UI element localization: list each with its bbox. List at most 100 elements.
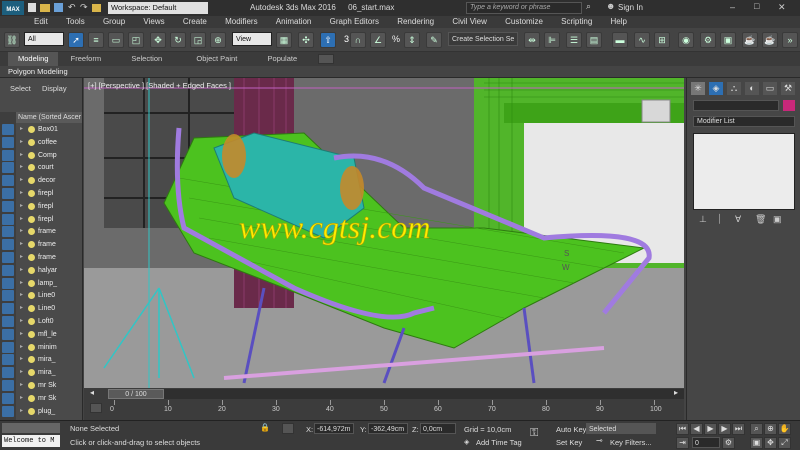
scene-explorer-select-menu[interactable]: Select	[10, 84, 31, 93]
frame-ruler[interactable]: 0 10 20 30 40 50 60 70 80 90 100	[84, 388, 684, 420]
explorer-filter-icon[interactable]	[2, 303, 14, 315]
select-object-icon[interactable]: ➚	[68, 32, 84, 48]
expand-arrow-icon[interactable]: ▸	[20, 162, 23, 173]
expand-arrow-icon[interactable]: ▸	[20, 124, 23, 135]
expand-arrow-icon[interactable]: ▸	[20, 201, 23, 212]
rectangular-selection-icon[interactable]: ▭	[108, 32, 124, 48]
menu-modifiers[interactable]: Modifiers	[217, 16, 265, 28]
current-frame-field[interactable]: 0	[692, 437, 720, 448]
visibility-bulb-icon[interactable]	[28, 254, 35, 261]
remove-modifier-icon[interactable]: 🗑	[755, 214, 766, 225]
scene-object-row[interactable]: ▸ Line0	[20, 290, 82, 301]
key-mode-toggle-icon[interactable]: ⇥	[676, 437, 689, 449]
scene-object-row[interactable]: ▸ firepl	[20, 201, 82, 212]
visibility-bulb-icon[interactable]	[28, 126, 35, 133]
expand-arrow-icon[interactable]: ▸	[20, 252, 23, 263]
placement-icon[interactable]: ⊕	[210, 32, 226, 48]
visibility-bulb-icon[interactable]	[28, 292, 35, 300]
explorer-filter-icon[interactable]	[2, 316, 14, 327]
expand-arrow-icon[interactable]: ▸	[20, 329, 23, 340]
explorer-filter-icon[interactable]	[2, 226, 14, 238]
object-color-swatch[interactable]	[783, 100, 795, 111]
viewport-label[interactable]: [+] [Perspective ] [Shaded + Edged Faces…	[88, 81, 231, 90]
motion-tab-icon[interactable]: ◐	[745, 82, 759, 95]
explorer-filter-icon[interactable]	[2, 213, 14, 225]
configure-sets-icon[interactable]: ▣	[773, 214, 782, 225]
explorer-filter-icon[interactable]	[2, 200, 14, 212]
hierarchy-tab-icon[interactable]: ⛬	[727, 82, 741, 95]
schematic-view-icon[interactable]: ⊞	[654, 32, 670, 48]
scene-render[interactable]: S W www.cgtsj.com	[84, 78, 684, 388]
expand-arrow-icon[interactable]: ▸	[20, 188, 23, 199]
scene-object-row[interactable]: ▸ mr Sk	[20, 393, 82, 404]
scale-icon[interactable]: ◲	[190, 32, 206, 48]
visibility-bulb-icon[interactable]	[28, 164, 35, 172]
layer-explorer-icon[interactable]: ☰	[566, 32, 582, 48]
visibility-bulb-icon[interactable]	[28, 394, 35, 402]
explorer-filter-icon[interactable]	[2, 328, 14, 340]
visibility-bulb-icon[interactable]	[28, 356, 35, 364]
expand-arrow-icon[interactable]: ▸	[20, 393, 23, 404]
maximize-viewport-icon[interactable]: ⤢	[778, 437, 791, 449]
explorer-filter-icon[interactable]	[2, 264, 14, 276]
explorer-filter-icon[interactable]	[2, 252, 14, 263]
toggle-scene-explorer-icon[interactable]: ▤	[586, 32, 602, 48]
menu-graph-editors[interactable]: Graph Editors	[322, 16, 387, 28]
mirror-icon[interactable]: ⇹	[524, 32, 540, 48]
key-mode-dropdown[interactable]: Selected	[586, 423, 656, 434]
scene-column-header[interactable]: Name (Sorted Ascer	[16, 112, 82, 123]
menu-animation[interactable]: Animation	[268, 16, 320, 28]
scene-object-row[interactable]: ▸ mira_	[20, 354, 82, 365]
scene-object-row[interactable]: ▸ mira_	[20, 367, 82, 378]
expand-arrow-icon[interactable]: ▸	[20, 354, 23, 365]
explorer-filter-icon[interactable]	[2, 405, 14, 417]
select-manipulate-icon[interactable]: ✣	[298, 32, 314, 48]
z-coordinate-field[interactable]: 0,0cm	[420, 423, 456, 434]
visibility-bulb-icon[interactable]	[28, 215, 35, 223]
curve-editor-icon[interactable]: ∿	[634, 32, 650, 48]
menu-create[interactable]: Create	[175, 16, 215, 28]
project-folder-icon[interactable]	[92, 4, 101, 12]
menu-edit[interactable]: Edit	[26, 16, 56, 28]
expand-arrow-icon[interactable]: ▸	[20, 290, 23, 301]
expand-arrow-icon[interactable]: ▸	[20, 278, 23, 289]
make-unique-icon[interactable]: ∀	[735, 214, 741, 225]
x-coordinate-field[interactable]: -614,972m	[314, 423, 354, 434]
scene-object-row[interactable]: ▸ Box01	[20, 124, 82, 135]
keyboard-shortcut-override-icon[interactable]: ⇧	[320, 32, 336, 48]
explorer-filter-icon[interactable]	[2, 290, 14, 302]
visibility-bulb-icon[interactable]	[28, 382, 35, 389]
auto-key-button[interactable]: Auto Key	[556, 425, 586, 434]
visibility-bulb-icon[interactable]	[28, 138, 35, 146]
set-key-button[interactable]: Set Key	[556, 438, 582, 447]
select-by-name-icon[interactable]: ≡	[88, 32, 104, 48]
visibility-bulb-icon[interactable]	[28, 330, 35, 338]
scene-explorer-display-menu[interactable]: Display	[42, 84, 67, 93]
explorer-filter-icon[interactable]	[2, 175, 14, 187]
expand-arrow-icon[interactable]: ▸	[20, 214, 23, 225]
visibility-bulb-icon[interactable]	[28, 266, 35, 274]
spinner-snap-icon[interactable]: ⇕	[404, 32, 420, 48]
orbit-icon[interactable]: ✥	[764, 437, 777, 449]
menu-help[interactable]: Help	[603, 16, 635, 28]
render-production-icon[interactable]: ☕	[742, 32, 758, 48]
scene-object-row[interactable]: ▸ frame	[20, 239, 82, 250]
explorer-filter-icon[interactable]	[2, 149, 14, 161]
expand-arrow-icon[interactable]: ▸	[20, 137, 23, 148]
explorer-filter-icon[interactable]	[2, 380, 14, 391]
explorer-filter-icon[interactable]	[2, 341, 14, 353]
expand-arrow-icon[interactable]: ▸	[20, 265, 23, 276]
object-name-field[interactable]	[693, 100, 779, 111]
zoom-all-icon[interactable]: ⊕	[764, 423, 777, 435]
render-iterative-icon[interactable]: ☕	[762, 32, 778, 48]
scene-object-row[interactable]: ▸ firepl	[20, 214, 82, 225]
menu-group[interactable]: Group	[95, 16, 133, 28]
named-selection-set-input[interactable]: Create Selection Se	[448, 32, 518, 46]
tab-object-paint[interactable]: Object Paint	[186, 52, 247, 66]
scene-object-row[interactable]: ▸ court	[20, 162, 82, 173]
modifier-list-dropdown[interactable]: Modifier List	[693, 116, 795, 127]
viewcube-icon[interactable]	[641, 99, 671, 123]
maxscript-listener[interactable]: Welcome to M	[2, 435, 60, 447]
go-to-start-icon[interactable]: ⏮	[676, 423, 689, 435]
scene-object-row[interactable]: ▸ halyar	[20, 265, 82, 276]
